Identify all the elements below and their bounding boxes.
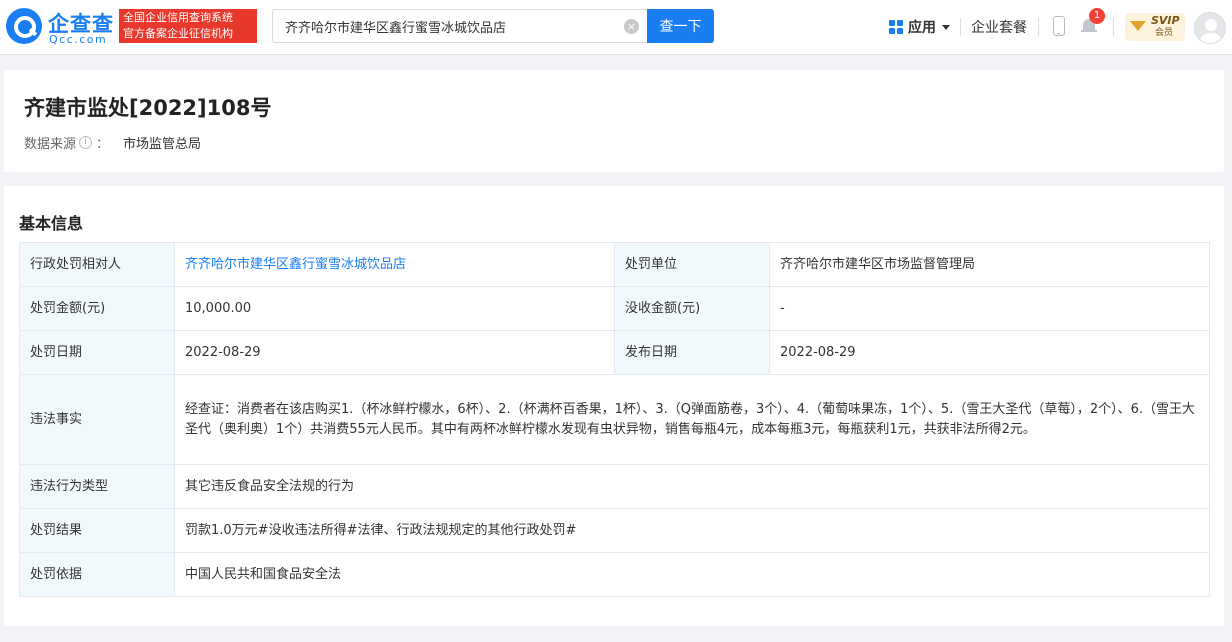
- enterprise-package-link[interactable]: 企业套餐: [971, 17, 1027, 37]
- logo-domain: Qcc.com: [49, 33, 108, 46]
- penalty-basis-value: 中国人民共和国食品安全法: [174, 552, 1210, 597]
- penalty-date-label: 处罚日期: [19, 330, 175, 375]
- user-avatar[interactable]: [1194, 12, 1226, 44]
- crown-icon: [1130, 19, 1146, 33]
- penalty-basis-label: 处罚依据: [19, 552, 175, 597]
- table-row: 处罚依据 中国人民共和国食品安全法: [19, 552, 1210, 597]
- clear-icon[interactable]: ×: [624, 19, 639, 34]
- violation-type-value: 其它违反食品安全法规的行为: [174, 464, 1210, 509]
- penalized-party-link[interactable]: 齐齐哈尔市建华区鑫行蜜雪冰城饮品店: [174, 242, 615, 287]
- search-button[interactable]: 查一下: [647, 9, 714, 43]
- page-title: 齐建市监处[2022]108号: [24, 96, 272, 120]
- table-row: 行政处罚相对人 齐齐哈尔市建华区鑫行蜜雪冰城饮品店 处罚单位 齐齐哈尔市建华区市…: [19, 242, 1210, 287]
- confiscation-amount-label: 没收金额(元): [614, 286, 770, 331]
- badge-line-2: 官方备案企业征信机构: [123, 27, 233, 40]
- violation-facts-value: 经查证：消费者在该店购买1.（杯冰鲜柠檬水，6杯）、2.（杯满杯百香果，1杯）、…: [174, 374, 1210, 465]
- divider: [960, 18, 961, 36]
- penalty-result-value: 罚款1.0万元#没收违法所得#法律、行政法规规定的其他行政处罚#: [174, 508, 1210, 553]
- source-colon: ：: [96, 137, 110, 152]
- svip-label: SVIP: [1151, 14, 1180, 27]
- source-label: 数据来源: [24, 137, 77, 152]
- search-input[interactable]: [285, 10, 615, 42]
- badge-line-1: 全国企业信用查询系统: [123, 11, 233, 24]
- divider: [1038, 18, 1039, 36]
- basic-info-card: 基本信息 行政处罚相对人 齐齐哈尔市建华区鑫行蜜雪冰城饮品店 处罚单位 齐齐哈尔…: [4, 186, 1224, 626]
- table-row: 处罚结果 罚款1.0万元#没收违法所得#法律、行政法规规定的其他行政处罚#: [19, 508, 1210, 553]
- penalty-amount-value: 10,000.00: [174, 286, 615, 331]
- info-icon[interactable]: i: [79, 136, 93, 149]
- apps-label: 应用: [908, 20, 936, 36]
- svip-sub-label: 会员: [1155, 28, 1174, 38]
- document-header-card: 齐建市监处[2022]108号 数据来源 i ： 市场监管总局: [4, 70, 1224, 172]
- table-row: 违法行为类型 其它违反食品安全法规的行为: [19, 464, 1210, 509]
- top-navigation-bar: 企查查 Qcc.com 全国企业信用查询系统 官方备案企业征信机构 × 查一下 …: [0, 0, 1232, 55]
- penalty-result-label: 处罚结果: [19, 508, 175, 553]
- publish-date-label: 发布日期: [614, 330, 770, 375]
- mobile-phone-icon[interactable]: [1053, 16, 1065, 36]
- svip-button[interactable]: SVIP 会员: [1125, 13, 1185, 41]
- penalty-date-value: 2022-08-29: [174, 330, 615, 375]
- publish-date-value: 2022-08-29: [769, 330, 1210, 375]
- basic-info-table: 行政处罚相对人 齐齐哈尔市建华区鑫行蜜雪冰城饮品店 处罚单位 齐齐哈尔市建华区市…: [19, 242, 1210, 597]
- penalty-authority-value: 齐齐哈尔市建华区市场监督管理局: [769, 242, 1210, 287]
- table-row: 处罚金额(元) 10,000.00 没收金额(元) -: [19, 286, 1210, 331]
- violation-facts-label: 违法事实: [19, 374, 175, 465]
- magnifier-logo-icon: [6, 8, 42, 44]
- grid-icon: [889, 20, 903, 34]
- penalty-authority-label: 处罚单位: [614, 242, 770, 287]
- violation-type-label: 违法行为类型: [19, 464, 175, 509]
- table-row: 违法事实 经查证：消费者在该店购买1.（杯冰鲜柠檬水，6杯）、2.（杯满杯百香果…: [19, 374, 1210, 465]
- confiscation-amount-value: -: [769, 286, 1210, 331]
- penalized-party-label: 行政处罚相对人: [19, 242, 175, 287]
- qcc-logo[interactable]: 企查查 Qcc.com: [6, 8, 114, 46]
- chevron-down-icon: [942, 24, 950, 30]
- data-source: 数据来源 i ： 市场监管总局: [24, 133, 201, 152]
- apps-menu[interactable]: 应用: [889, 17, 950, 37]
- search-box: ×: [272, 9, 648, 43]
- source-value: 市场监管总局: [123, 137, 202, 152]
- table-row: 处罚日期 2022-08-29 发布日期 2022-08-29: [19, 330, 1210, 375]
- penalty-amount-label: 处罚金额(元): [19, 286, 175, 331]
- divider: [1113, 18, 1114, 36]
- credit-system-badge: 全国企业信用查询系统 官方备案企业征信机构: [119, 9, 257, 43]
- notification-count-badge: 1: [1089, 8, 1105, 24]
- section-title: 基本信息: [19, 214, 84, 233]
